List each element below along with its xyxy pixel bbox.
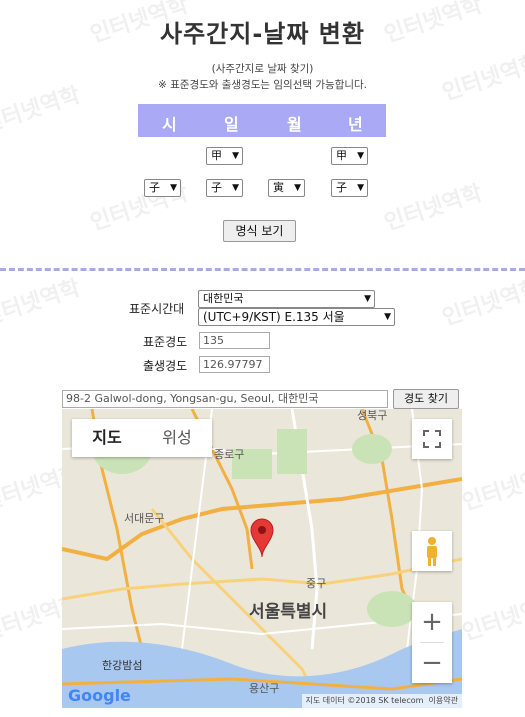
chevron-down-icon: ▼ [364, 294, 371, 304]
map-attribution: 지도 데이터 ©2018 SK telecom 이용약관 [301, 694, 462, 708]
map-place-label: 종로구 [214, 448, 245, 461]
header-hour: 시 [162, 115, 177, 134]
watermark: 인터넷역학 [0, 275, 84, 331]
watermark: 인터넷역학 [459, 460, 525, 516]
chevron-down-icon: ▼ [384, 312, 391, 322]
map-city-label: 서울특별시 [249, 602, 328, 622]
map-place-label: 용산구 [249, 682, 280, 695]
map-place-label: 중구 [306, 577, 327, 590]
find-longitude-button[interactable]: 경도 찾기 [393, 389, 459, 409]
fullscreen-button[interactable] [412, 419, 452, 459]
terms-link[interactable]: 이용약관 [429, 696, 458, 705]
subtitle: (사주간지로 날짜 찾기) [211, 63, 314, 75]
pillar-header: 시 일 월 년 [138, 104, 386, 137]
note: ※ 표준경도와 출생경도는 임의선택 가능합니다. [157, 79, 368, 91]
day-stem-select[interactable]: 甲 ▼ [206, 147, 243, 165]
zoom-in-button[interactable]: + [412, 602, 452, 642]
view-chart-button[interactable]: 명식 보기 [223, 220, 296, 242]
tab-map[interactable]: 지도 [72, 419, 142, 457]
zoom-out-button[interactable]: − [412, 643, 452, 683]
day-branch-select[interactable]: 子 ▼ [206, 179, 243, 197]
map-place-label: 한강밤섬 [102, 659, 143, 672]
chevron-down-icon: ▼ [357, 183, 364, 193]
header-month: 월 [287, 115, 302, 134]
fullscreen-icon [423, 430, 441, 448]
pegman-icon [427, 537, 437, 566]
header-year: 년 [348, 115, 363, 134]
chevron-down-icon: ▼ [170, 183, 177, 193]
divider [0, 268, 525, 271]
header-day: 일 [224, 115, 239, 134]
birth-longitude-input[interactable]: 126.97797 [199, 356, 270, 373]
country-select[interactable]: 대한민국 ▼ [198, 290, 375, 308]
page-title: 사주간지-날짜 변환 [160, 20, 365, 48]
map[interactable]: 지도 위성 + − 성북구 종로구 서대문구 중구 한강밤섬 용산구 서울특별시… [62, 409, 462, 708]
timezone-label: 표준시간대 [129, 302, 185, 316]
street-view-button[interactable] [412, 531, 452, 571]
map-marker-icon[interactable] [249, 518, 275, 558]
watermark: 인터넷역학 [381, 180, 486, 236]
zoom-control: + − [412, 602, 452, 683]
tab-satellite[interactable]: 위성 [142, 419, 212, 457]
map-place-label: 서대문구 [124, 512, 165, 525]
chevron-down-icon: ▼ [294, 183, 301, 193]
watermark: 인터넷역학 [439, 275, 525, 331]
timezone-select[interactable]: (UTC+9/KST) E.135 서울 ▼ [198, 308, 395, 326]
chevron-down-icon: ▼ [232, 183, 239, 193]
address-input[interactable]: 98-2 Galwol-dong, Yongsan-gu, Seoul, 대한민… [62, 390, 388, 408]
std-longitude-label: 표준경도 [143, 335, 188, 349]
watermark: 인터넷역학 [459, 590, 525, 646]
year-stem-select[interactable]: 甲 ▼ [331, 147, 368, 165]
birth-longitude-label: 출생경도 [143, 359, 188, 373]
month-branch-select[interactable]: 寅 ▼ [268, 179, 305, 197]
std-longitude-input[interactable]: 135 [199, 332, 270, 349]
map-type-control[interactable]: 지도 위성 [72, 419, 212, 457]
google-logo: Google [68, 686, 131, 705]
watermark: 인터넷역학 [439, 50, 525, 106]
chevron-down-icon: ▼ [357, 151, 364, 161]
map-place-label: 성북구 [357, 409, 388, 422]
year-branch-select[interactable]: 子 ▼ [331, 179, 368, 197]
chevron-down-icon: ▼ [232, 151, 239, 161]
hour-branch-select[interactable]: 子 ▼ [144, 179, 181, 197]
